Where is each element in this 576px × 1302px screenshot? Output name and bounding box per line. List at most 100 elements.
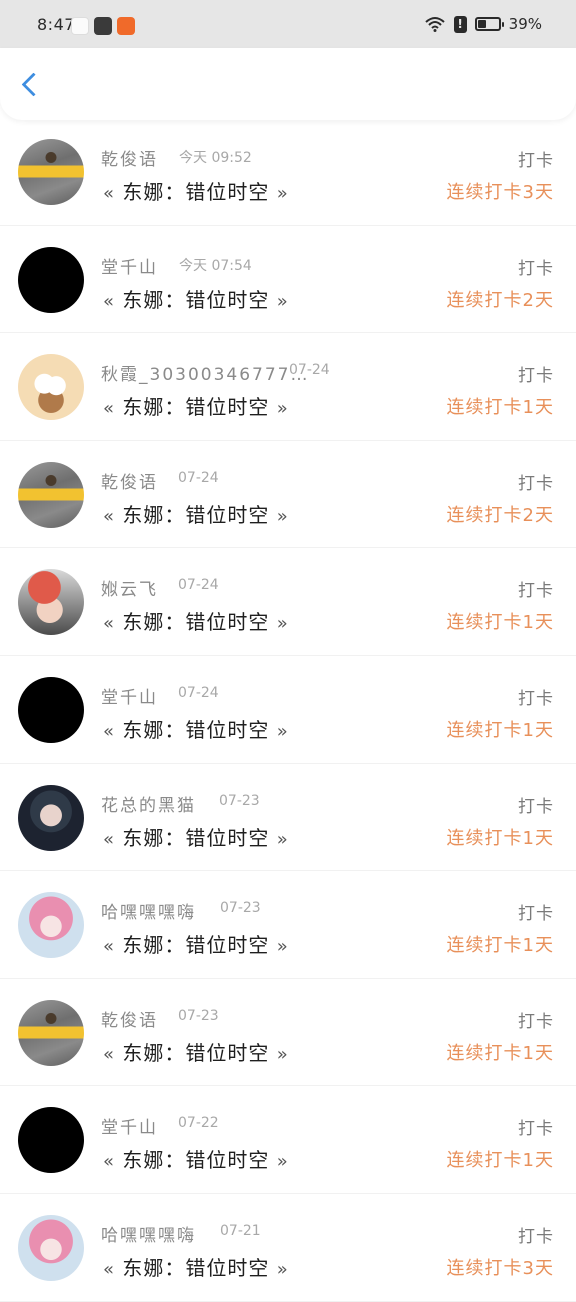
post-time: 今天 07:54 (179, 257, 252, 274)
avatar[interactable] (18, 461, 84, 528)
book-title[interactable]: « 东娜：错位时空 » (103, 1252, 289, 1281)
checkin-action-label: 打卡 (518, 904, 554, 925)
quote-close: » (276, 1258, 289, 1280)
top-nav-bar (0, 48, 576, 120)
list-item[interactable]: 哈嘿嘿嘿嗨 07-21 « 东娜：错位时空 » 打卡 连续打卡3天 (0, 1194, 576, 1302)
streak-label: 连续打卡1天 (446, 719, 554, 741)
avatar[interactable] (18, 139, 84, 205)
book-title[interactable]: « 东娜：错位时空 » (103, 606, 289, 635)
book-title[interactable]: « 东娜：错位时空 » (103, 1037, 289, 1066)
streak-label: 连续打卡1天 (446, 397, 554, 419)
book-title[interactable]: « 东娜：错位时空 » (103, 176, 289, 205)
list-item[interactable]: 花总的黑猫 07-23 « 东娜：错位时空 » 打卡 连续打卡1天 (0, 764, 576, 872)
streak-label: 连续打卡1天 (446, 1042, 554, 1064)
user-name[interactable]: 堂千山 (101, 683, 158, 708)
status-indicators: ! 39% (424, 15, 542, 33)
checkin-action-label: 打卡 (518, 258, 554, 279)
streak-label: 连续打卡3天 (446, 182, 554, 203)
book-title[interactable]: « 东娜：错位时空 » (103, 499, 289, 528)
book-title-text: 东娜：错位时空 (122, 1255, 270, 1280)
chevron-left-icon (21, 72, 46, 97)
avatar[interactable] (18, 784, 84, 851)
user-name[interactable]: 堂千山 (101, 1113, 158, 1138)
book-title-text: 东娜：错位时空 (122, 1040, 270, 1065)
streak-label: 连续打卡2天 (446, 289, 554, 311)
user-name[interactable]: 乾俊语 (101, 1006, 158, 1031)
book-title-text: 东娜：错位时空 (122, 825, 270, 850)
quote-open: « (103, 1151, 116, 1173)
book-title[interactable]: « 东娜：错位时空 » (103, 1144, 289, 1173)
post-time: 今天 09:52 (179, 150, 252, 166)
list-item[interactable]: 堂千山 07-22 « 东娜：错位时空 » 打卡 连续打卡1天 (0, 1086, 576, 1194)
battery-icon (474, 17, 504, 31)
book-title[interactable]: « 东娜：错位时空 » (103, 284, 289, 313)
avatar[interactable] (18, 1214, 84, 1281)
streak-label: 连续打卡2天 (446, 504, 554, 526)
book-title-text: 东娜：错位时空 (122, 717, 270, 742)
list-item[interactable]: 哈嘿嘿嘿嗨 07-23 « 东娜：错位时空 » 打卡 连续打卡1天 (0, 871, 576, 979)
user-name[interactable]: 乾俊语 (101, 145, 158, 170)
user-name[interactable]: 堂千山 (101, 253, 158, 278)
quote-open: « (103, 828, 116, 850)
post-time: 07-24 (289, 362, 330, 379)
post-time: 07-24 (178, 684, 219, 701)
battery-level (477, 20, 486, 28)
post-time: 07-24 (178, 469, 219, 486)
quote-open: « (103, 398, 116, 420)
wechat-icon (71, 17, 89, 35)
post-time: 07-21 (220, 1222, 261, 1239)
list-item[interactable]: 乾俊语 07-23 « 东娜：错位时空 » 打卡 连续打卡1天 (0, 979, 576, 1087)
book-title[interactable]: « 东娜：错位时空 » (103, 929, 289, 958)
quote-close: » (276, 1151, 289, 1173)
book-title[interactable]: « 东娜：错位时空 » (103, 822, 289, 851)
avatar[interactable] (18, 569, 84, 636)
user-name[interactable]: 花总的黑猫 (101, 791, 196, 816)
shopping-bag-icon (94, 17, 112, 35)
quote-close: » (276, 398, 289, 420)
checkin-action-label: 打卡 (518, 581, 554, 602)
quote-close: » (276, 1043, 289, 1065)
book-title-text: 东娜：错位时空 (122, 1148, 270, 1173)
avatar[interactable] (18, 999, 84, 1066)
avatar[interactable] (18, 246, 84, 313)
streak-label: 连续打卡1天 (446, 1150, 554, 1172)
list-item[interactable]: 堂千山 今天 07:54 « 东娜：错位时空 » 打卡 连续打卡2天 (0, 226, 576, 334)
avatar[interactable] (18, 354, 84, 421)
book-title[interactable]: « 东娜：错位时空 » (103, 714, 289, 743)
checkin-action-label: 打卡 (518, 1119, 554, 1140)
list-item[interactable]: 乾俊语 07-24 « 东娜：错位时空 » 打卡 连续打卡2天 (0, 441, 576, 549)
list-item[interactable]: 堂千山 07-24 « 东娜：错位时空 » 打卡 连续打卡1天 (0, 656, 576, 764)
streak-label: 连续打卡1天 (446, 935, 554, 957)
post-time: 07-22 (178, 1115, 219, 1132)
checkin-action-label: 打卡 (518, 1011, 554, 1032)
quote-close: » (276, 505, 289, 527)
book-title[interactable]: « 东娜：错位时空 » (103, 391, 289, 420)
checkin-action-label: 打卡 (518, 151, 554, 171)
quote-open: « (103, 183, 116, 204)
book-title-text: 东娜：错位时空 (122, 180, 270, 204)
user-name[interactable]: 娰云飞 (101, 575, 158, 600)
user-name[interactable]: 乾俊语 (101, 468, 158, 493)
list-item[interactable]: 娰云飞 07-24 « 东娜：错位时空 » 打卡 连续打卡1天 (0, 548, 576, 656)
checkin-action-label: 打卡 (518, 1226, 554, 1247)
quote-open: « (103, 613, 116, 635)
user-name[interactable]: 秋霞_30300346777… (101, 360, 309, 385)
quote-open: « (103, 290, 116, 312)
back-button[interactable] (14, 68, 48, 102)
list-item[interactable]: 秋霞_30300346777… 07-24 « 东娜：错位时空 » 打卡 连续打… (0, 333, 576, 441)
avatar[interactable] (18, 1107, 84, 1174)
battery-percent: 39% (508, 15, 542, 33)
quote-close: » (276, 828, 289, 850)
checkin-action-label: 打卡 (518, 688, 554, 709)
user-name[interactable]: 哈嘿嘿嘿嗨 (101, 898, 196, 923)
quote-open: « (103, 720, 116, 742)
avatar[interactable] (18, 676, 84, 743)
post-time: 07-23 (219, 792, 260, 809)
user-name[interactable]: 哈嘿嘿嘿嗨 (101, 1221, 196, 1246)
status-bar: 8:47 ! 39% (0, 0, 576, 48)
quote-close: » (276, 936, 289, 958)
list-item[interactable]: 乾俊语 今天 09:52 « 东娜：错位时空 » 打卡 连续打卡3天 (0, 118, 576, 226)
post-time: 07-23 (178, 1007, 219, 1024)
avatar[interactable] (18, 892, 84, 959)
wifi-icon (424, 17, 445, 32)
